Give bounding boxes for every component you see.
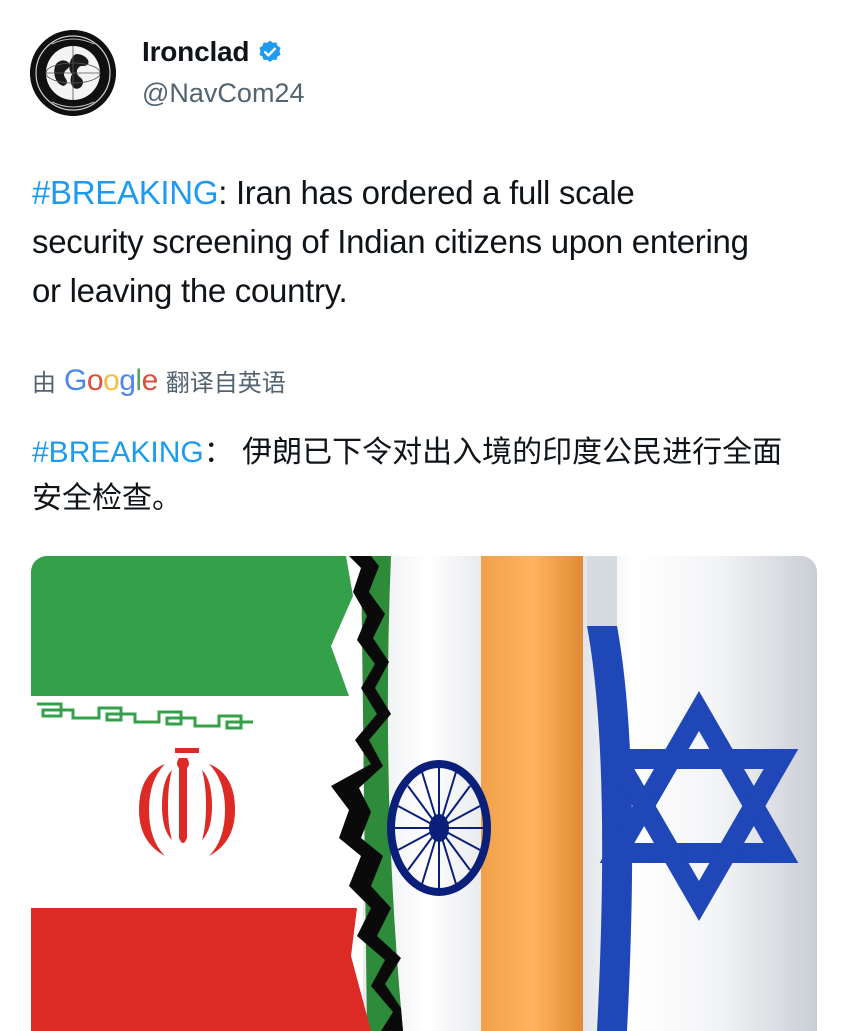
display-name[interactable]: Ironclad (142, 36, 250, 68)
hashtag-link[interactable]: #BREAKING (32, 174, 219, 211)
translation-attribution[interactable]: 由 Google 翻译自英语 (32, 363, 286, 398)
flags-illustration (31, 556, 817, 1031)
ashoka-chakra-icon (387, 760, 491, 896)
verified-badge-icon (257, 39, 283, 65)
israel-flag (571, 556, 817, 1031)
tweet-text: #BREAKING: Iran has ordered a full scale… (32, 168, 752, 315)
avatar[interactable] (30, 30, 116, 116)
tweet-card[interactable]: Ironclad @NavCom24 #BREAKING: Iran has o… (0, 0, 846, 1031)
tweet-media-image[interactable] (31, 556, 817, 1031)
translation-prefix: 由 (32, 370, 56, 397)
globe-emblem-icon (30, 30, 116, 116)
author-name-row[interactable]: Ironclad (142, 36, 283, 68)
google-logo: Google (64, 363, 158, 397)
translation-suffix: 翻译自英语 (165, 370, 286, 397)
iran-flag (31, 556, 371, 1031)
author-handle[interactable]: @NavCom24 (142, 78, 304, 109)
translated-hashtag-link[interactable]: #BREAKING (32, 436, 204, 469)
translated-text: #BREAKING： 伊朗已下令对出入境的印度公民进行全面安全检查。 (32, 430, 812, 522)
